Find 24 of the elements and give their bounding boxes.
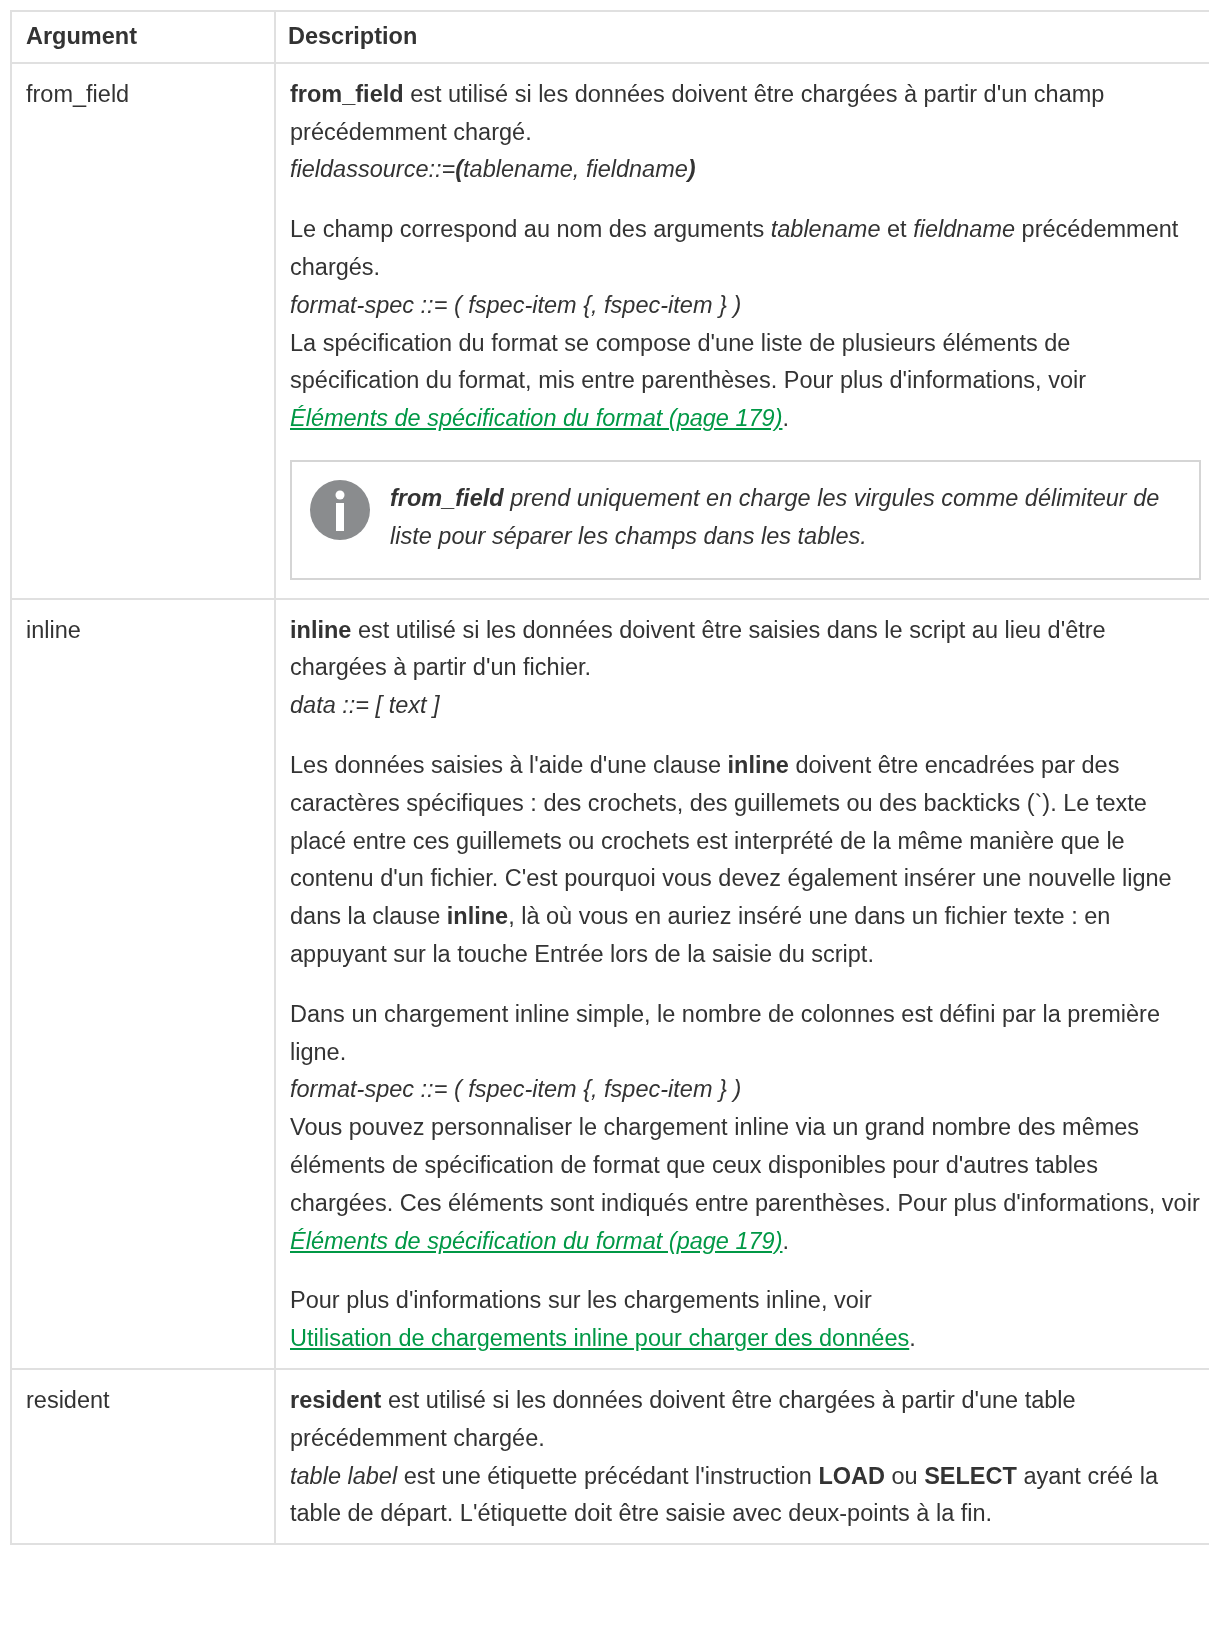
link[interactable]: Utilisation de chargements inline pour charger des données [290,1325,910,1352]
description-text: Dans un chargement inline simple, le nombre de colonnes est défini par la première ligne. [290,999,1161,1067]
description-text: La spécification du format se compose d'une liste de plusieurs éléments de spécification du format, mis entre parenthèses. Pour plus d'informations, voir Éléments de spécification du format (page 179). [290,328,1088,434]
description-text: format-spec ::= ( fspec-item {, fspec-item } ) [290,1075,743,1105]
description-text: Le champ correspond au nom des arguments tablename et fieldname précédemment chargés. [290,215,1180,282]
description-text: inline est utilisé si les données doivent être saisies dans le script au lieu d'être chargées à partir d'un fichier. [290,615,1107,683]
description-text: data ::= [ text ] [290,691,441,721]
argument-name: resident [26,1386,110,1413]
description-text: format-spec ::= ( fspec-item {, fspec-item } ) [290,290,743,320]
note-text: from_field prend uniquement en charge les virgules comme délimiteur de liste pour séparer les champs dans les tables. [390,483,1161,551]
info-icon [310,479,370,540]
description-text: table label est une étiquette précédant l'instruction LOAD ou SELECT ayant créé la table de départ. L'étiquette doit être saisie avec deux-points à la fin. [290,1461,1159,1529]
argument-name: inline [26,616,81,643]
argument-name: from_field [26,80,130,107]
description-text: fieldassource::=(tablename, fieldname) [290,155,697,185]
column-header: Argument [11,11,275,63]
description-text: Vous pouvez personnaliser le chargement inline via un grand nombre des mêmes éléments de spécification de format que ceux disponibles pour d'autres tables chargées. Ces éléments sont indiqués entre parenthèses. Pour plus d'informations, voir Éléments de spécification du format (page 179). [290,1113,1201,1256]
link[interactable]: Éléments de spécification du format (page 179) [290,1227,783,1254]
description-text: resident est utilisé si les données doivent être chargées à partir d'une table précédemment chargée. [290,1385,1077,1453]
description-text: Pour plus d'informations sur les chargements inline, voir Utilisation de chargements inline pour charger des données. [290,1286,917,1354]
description-text: from_field est utilisé si les données doivent être chargées à partir d'un champ précédemment chargé. [290,79,1106,147]
description-text: Les données saisies à l'aide d'une clause inline doivent être encadrées par des caractères spécifiques : des crochets, des guillemets ou des backticks (`). Le texte placé entre ces guillemets ou crochets est interprété de la même manière que le contenu d'un fichier. C'est pourquoi vous devez également insérer une nouvelle ligne dans la clause inline, là où vous en auriez inséré une dans un fichier texte : en appuyant sur la touche Entrée lors de la saisie du script. [290,750,1173,969]
link[interactable]: Éléments de spécification du format (page 179) [290,405,783,432]
column-header: Description [275,11,1209,63]
